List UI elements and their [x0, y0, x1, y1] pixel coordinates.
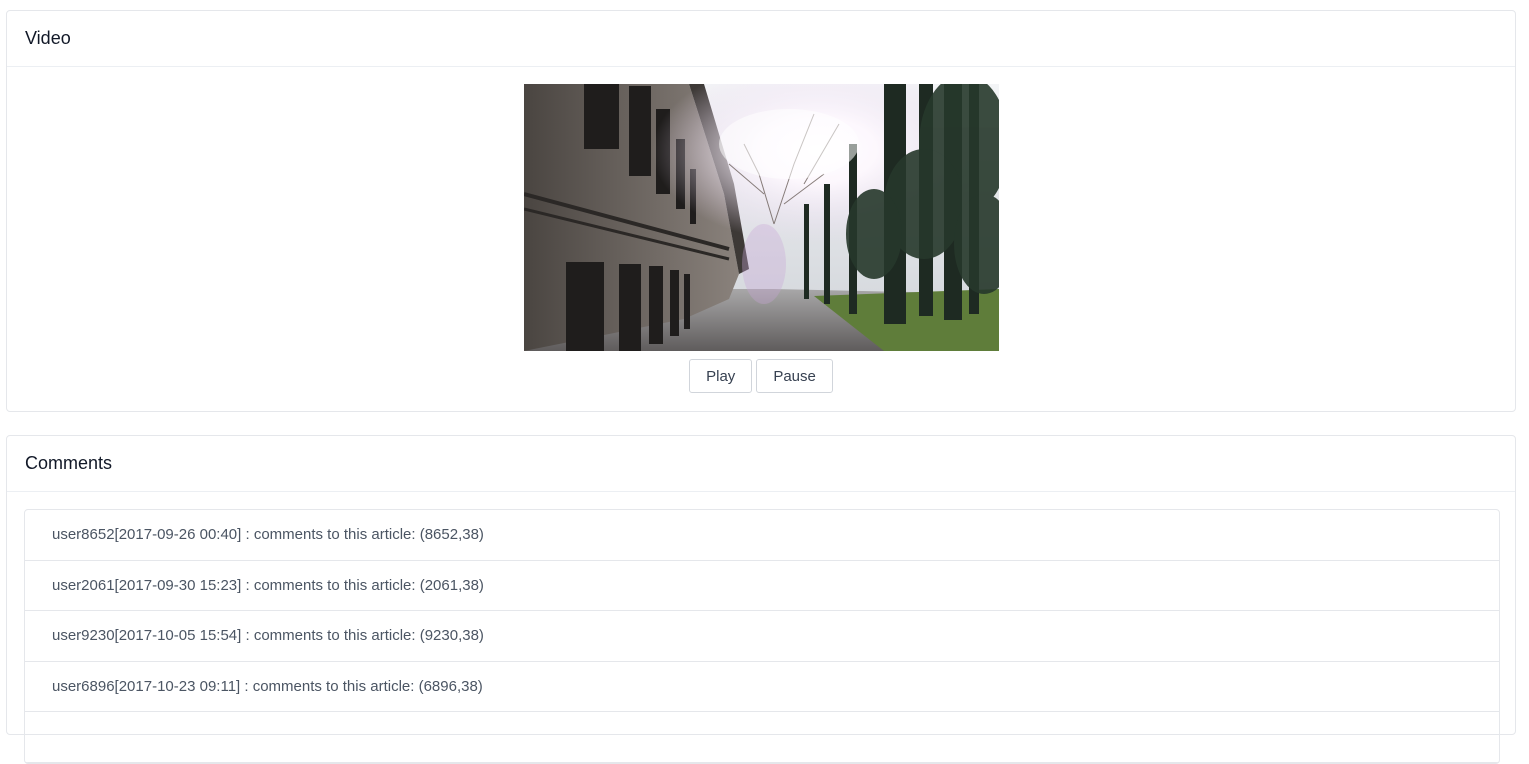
comment-item: user6896[2017-10-23 09:11] : comments to… [25, 662, 1499, 712]
comment-item: user8652[2017-09-26 00:40] : comments to… [25, 510, 1499, 561]
pause-button[interactable]: Pause [756, 359, 833, 393]
video-controls: Play Pause [7, 359, 1515, 393]
comment-item: user2061[2017-09-30 15:23] : comments to… [25, 561, 1499, 611]
video-panel-title: Video [7, 11, 1515, 67]
comments-panel: Comments user8652[2017-09-26 00:40] : co… [6, 435, 1516, 764]
play-button[interactable]: Play [689, 359, 753, 393]
comments-list: user8652[2017-09-26 00:40] : comments to… [24, 509, 1500, 764]
comment-item: user9230[2017-10-05 15:54] : comments to… [25, 611, 1499, 662]
video-body: Play Pause [7, 67, 1515, 412]
video-frame-image [524, 84, 999, 351]
comments-panel-title: Comments [7, 436, 1515, 492]
video-player[interactable] [524, 84, 999, 351]
comment-item [25, 712, 1499, 763]
video-panel: Video Play Pause [6, 10, 1516, 412]
